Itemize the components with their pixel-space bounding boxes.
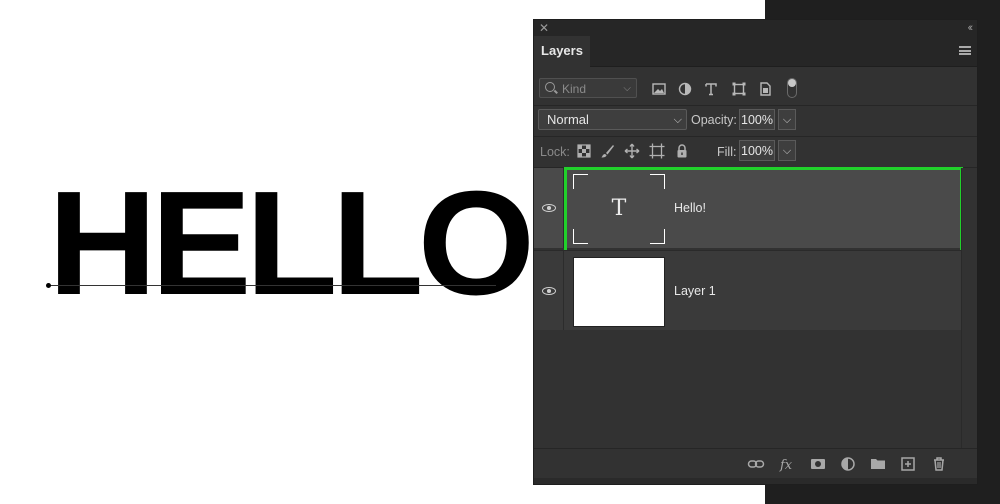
chevron-down-icon: ⌵ [673,114,682,126]
collapse-icon[interactable]: ‹‹ [968,21,974,35]
type-filter-icon[interactable] [704,82,718,96]
layer-row-hello[interactable]: T Hello! [534,167,963,253]
eye-icon [542,287,556,295]
filter-kind-label: Kind [562,82,587,96]
text-anchor-point [46,283,51,288]
image-filter-icon[interactable] [652,82,666,96]
eye-icon [542,204,556,212]
tab-layers[interactable]: Layers [534,36,590,67]
layer-name[interactable]: Hello! [674,200,706,216]
layer-mask-icon[interactable] [809,455,827,473]
blend-mode-select[interactable]: Normal ⌵ [538,109,687,130]
blend-mode-value: Normal [547,112,589,127]
new-layer-icon[interactable] [899,455,917,473]
lock-artboard-icon[interactable] [649,143,665,159]
lock-label: Lock: [540,145,570,159]
visibility-toggle[interactable] [534,251,564,330]
opacity-dropdown-button[interactable]: ⌵ [778,109,796,130]
layers-list: T Hello! Layer 1 [534,167,963,448]
fx-icon[interactable]: fx [778,455,796,473]
chevron-down-icon: ⌵ [623,83,631,94]
link-layers-icon[interactable] [747,455,765,473]
panel-tab-row: Layers [534,36,977,67]
fill-dropdown-button[interactable]: ⌵ [778,140,796,161]
text-baseline [48,285,496,286]
layer-name[interactable]: Layer 1 [674,283,716,299]
close-icon[interactable]: ✕ [539,21,549,35]
opacity-input[interactable]: 100% [739,109,775,130]
layer-thumbnail[interactable]: T [573,174,665,244]
lock-transparent-pixels-icon[interactable] [576,143,592,159]
filter-toggle[interactable] [787,78,797,98]
adjustment-layer-icon[interactable] [839,455,857,473]
panel-footer: fx [534,448,977,478]
panel-menu-icon[interactable] [959,46,971,55]
smart-object-filter-icon[interactable] [758,82,772,96]
adjustment-filter-icon[interactable] [678,82,692,96]
layer-row-layer-1[interactable]: Layer 1 [534,250,961,330]
visibility-toggle[interactable] [534,168,564,248]
panel-bottom-edge [534,478,977,484]
fill-label: Fill: [717,145,737,159]
type-layer-icon: T [611,196,627,221]
blend-row: Normal ⌵ Opacity: 100% ⌵ [534,106,977,136]
hello-text-layer[interactable]: HELLO! [48,170,579,318]
opacity-label: Opacity: [691,113,737,127]
trash-icon[interactable] [930,455,948,473]
search-icon [545,82,555,92]
filter-row: Kind ⌵ [534,75,977,105]
panel-title-bar: ✕ ‹‹ [534,20,977,36]
layers-scrollbar[interactable] [961,168,977,448]
group-folder-icon[interactable] [869,455,887,473]
layer-thumbnail[interactable] [573,257,665,327]
fill-input[interactable]: 100% [739,140,775,161]
lock-row: Lock: Fill: 100% ⌵ [534,137,977,167]
svg-text:fx: fx [779,458,793,473]
layers-panel: ✕ ‹‹ Layers Kind ⌵ Normal ⌵ Opacity: 100… [533,19,978,485]
filter-kind-select[interactable]: Kind ⌵ [539,78,637,98]
shape-filter-icon[interactable] [732,82,746,96]
lock-image-pixels-icon[interactable] [600,143,616,159]
lock-position-icon[interactable] [624,143,640,159]
lock-all-icon[interactable] [674,143,690,159]
